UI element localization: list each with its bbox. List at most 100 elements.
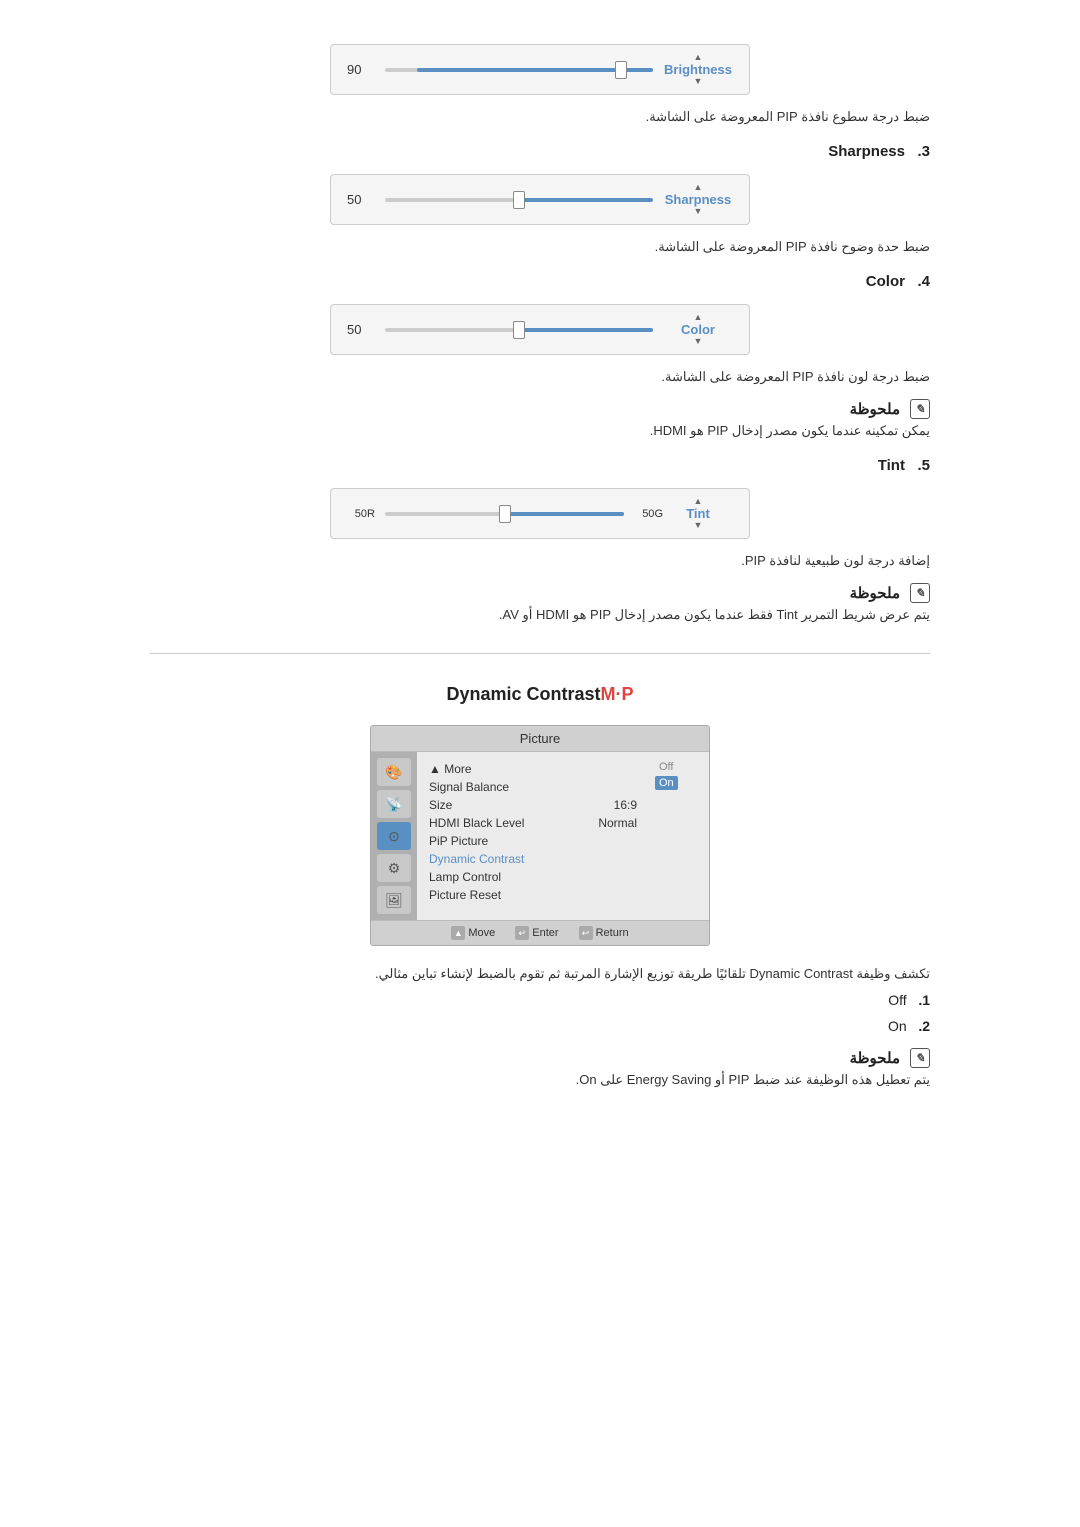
osd-item-signal-label: Signal Balance xyxy=(429,780,509,794)
return-icon: ↩ xyxy=(579,926,593,940)
sharpness-thumb[interactable] xyxy=(513,191,525,209)
osd-footer-return-label: Return xyxy=(596,927,629,939)
color-header: 4. Color xyxy=(150,273,930,290)
tint-title: Tint xyxy=(878,457,905,474)
osd-icon-2[interactable]: 📡 xyxy=(377,790,411,818)
color-down-arrow: ▼ xyxy=(694,337,703,346)
page-content: ▲ Brightness ▼ 90 ضبط درجة سطوع نافذة PI… xyxy=(90,0,990,1132)
osd-value-off[interactable]: Off xyxy=(655,760,677,774)
color-title: Color xyxy=(866,273,905,290)
osd-icon-4-svg: ⚙ xyxy=(388,860,401,877)
color-num: 4. xyxy=(917,273,930,290)
osd-footer-return: ↩ Return xyxy=(579,926,629,940)
color-label: Color xyxy=(681,322,715,337)
osd-item-dc[interactable]: Dynamic Contrast xyxy=(429,850,637,868)
osd-item-more[interactable]: ▲ More xyxy=(429,760,637,778)
osd-icon-5[interactable]: 🖼 xyxy=(377,886,411,914)
sharpness-desc: ضبط حدة وضوح نافذة PIP المعروضة على الشا… xyxy=(150,239,930,255)
sharpness-up-arrow: ▲ xyxy=(694,183,703,192)
brightness-track-col[interactable] xyxy=(375,68,663,72)
osd-menu-items: ▲ More Signal Balance Size 16:9 HDMI Bla… xyxy=(417,752,649,920)
enter-icon: ↵ xyxy=(515,926,529,940)
osd-icon-5-svg: 🖼 xyxy=(385,892,403,909)
osd-icon-1[interactable]: 🎨 xyxy=(377,758,411,786)
osd-value-on[interactable]: On xyxy=(655,776,678,790)
osd-footer-move-label: Move xyxy=(468,927,495,939)
osd-item-signal[interactable]: Signal Balance xyxy=(429,778,637,796)
brightness-label: Brightness xyxy=(664,62,732,77)
osd-icon-4[interactable]: ⚙ xyxy=(377,854,411,882)
osd-item-size[interactable]: Size 16:9 xyxy=(429,796,637,814)
note1-icon: ✎ xyxy=(910,399,930,419)
sharpness-track[interactable] xyxy=(385,198,653,202)
tint-up-arrow: ▲ xyxy=(694,497,703,506)
tint-desc: إضافة درجة لون طبيعية لنافذة PIP. xyxy=(150,553,930,569)
osd-icon-1-svg: 🎨 xyxy=(385,764,402,781)
dc-off-item: 1. Off xyxy=(150,992,930,1008)
note3-block: ✎ ملحوظة يتم تعطيل هذه الوظيفة عند ضبط P… xyxy=(150,1048,930,1088)
osd-menu-footer: ▲ Move ↵ Enter ↩ Return xyxy=(371,920,709,945)
color-slider-widget: ▲ Color ▼ 50 xyxy=(330,304,750,355)
osd-item-size-value: 16:9 xyxy=(614,798,637,812)
sharpness-slider-widget: ▲ Sharpness ▼ 50 xyxy=(330,174,750,225)
osd-menu-values: Off On xyxy=(649,752,709,920)
sharpness-num: 3. xyxy=(917,143,930,160)
tint-slider-widget: ▲ Tint ▼ G 50 R 50 xyxy=(330,488,750,539)
osd-item-reset[interactable]: Picture Reset xyxy=(429,886,637,904)
brightness-down-arrow: ▼ xyxy=(694,77,703,86)
osd-item-hdmi-label: HDMI Black Level xyxy=(429,816,524,830)
brightness-track[interactable] xyxy=(385,68,653,72)
sharpness-label-col: ▲ Sharpness ▼ xyxy=(663,183,733,216)
tint-track-col[interactable] xyxy=(375,512,634,516)
note2-body: يتم عرض شريط التمرير Tint فقط عندما يكون… xyxy=(150,607,930,623)
brightness-label-col: ▲ Brightness ▼ xyxy=(663,53,733,86)
note3-title: ملحوظة xyxy=(850,1049,900,1067)
osd-menu-title: Picture xyxy=(371,726,709,752)
osd-item-lamp[interactable]: Lamp Control xyxy=(429,868,637,886)
note1-title-row: ✎ ملحوظة xyxy=(850,399,930,419)
dc-on-label: On xyxy=(888,1018,907,1034)
sharpness-fill xyxy=(519,198,653,202)
note1-title: ملحوظة xyxy=(850,400,900,418)
color-track-col[interactable] xyxy=(375,328,663,332)
sharpness-track-col[interactable] xyxy=(375,198,663,202)
osd-menu-container: Picture 🎨 📡 ⊙ ⚙ xyxy=(150,725,930,946)
color-desc: ضبط درجة لون نافذة PIP المعروضة على الشا… xyxy=(150,369,930,385)
sharpness-value: 50 xyxy=(347,192,375,207)
move-icon: ▲ xyxy=(451,926,465,940)
osd-value-on-label: On xyxy=(659,777,674,789)
dynamic-contrast-header: M·P Dynamic Contrast xyxy=(150,684,930,705)
brightness-value: 90 xyxy=(347,62,375,77)
note2-block: ✎ ملحوظة يتم عرض شريط التمرير Tint فقط ع… xyxy=(150,583,930,623)
osd-icon-3[interactable]: ⊙ xyxy=(377,822,411,850)
osd-item-size-label: Size xyxy=(429,798,452,812)
osd-item-hdmi-value: Normal xyxy=(598,816,637,830)
brightness-slider-widget: ▲ Brightness ▼ 90 xyxy=(330,44,750,95)
osd-item-pip-label: PiP Picture xyxy=(429,834,488,848)
tint-g-value: 50 xyxy=(634,508,654,520)
brightness-thumb[interactable] xyxy=(615,61,627,79)
tint-down-arrow: ▼ xyxy=(694,521,703,530)
dc-mp-label: M·P xyxy=(601,684,634,705)
sharpness-title: Sharpness xyxy=(828,143,905,160)
osd-item-reset-label: Picture Reset xyxy=(429,888,501,902)
color-thumb[interactable] xyxy=(513,321,525,339)
dc-desc: تكشف وظيفة Dynamic Contrast تلقائيًا طري… xyxy=(150,966,930,982)
color-value: 50 xyxy=(347,322,375,337)
osd-item-hdmi[interactable]: HDMI Black Level Normal xyxy=(429,814,637,832)
color-up-arrow: ▲ xyxy=(694,313,703,322)
tint-g-label: G xyxy=(654,508,663,520)
osd-item-pip[interactable]: PiP Picture xyxy=(429,832,637,850)
note3-body: يتم تعطيل هذه الوظيفة عند ضبط PIP أو Ene… xyxy=(150,1072,930,1088)
osd-footer-move: ▲ Move xyxy=(451,926,495,940)
note3-title-row: ✎ ملحوظة xyxy=(850,1048,930,1068)
note2-title-row: ✎ ملحوظة xyxy=(850,583,930,603)
color-track[interactable] xyxy=(385,328,653,332)
tint-thumb[interactable] xyxy=(499,505,511,523)
tint-r-value: 50 xyxy=(347,508,367,520)
osd-item-lamp-label: Lamp Control xyxy=(429,870,501,884)
osd-icon-2-svg: 📡 xyxy=(385,796,402,813)
osd-item-more-label: ▲ More xyxy=(429,762,472,776)
tint-track[interactable] xyxy=(385,512,624,516)
tint-label-col: ▲ Tint ▼ xyxy=(663,497,733,530)
